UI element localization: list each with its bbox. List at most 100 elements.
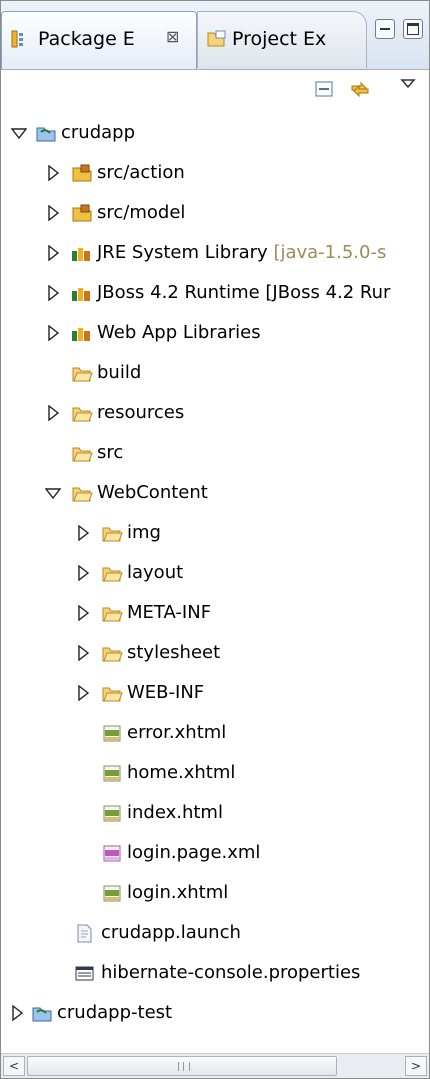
tree-item-web-app-libraries[interactable]: Web App Libraries: [1, 313, 429, 353]
tab-label: Package E: [38, 28, 135, 50]
collapsed-arrow-icon[interactable]: [45, 285, 61, 301]
tree-item-label: WEB-INF: [127, 682, 205, 703]
tab-project-explorer[interactable]: Project Ex: [197, 11, 367, 68]
launch-file-icon: [77, 924, 92, 943]
maximize-icon[interactable]: [403, 19, 423, 39]
tree-item-src-model[interactable]: src/model: [1, 193, 429, 233]
project-explorer-icon: [207, 30, 226, 47]
collapsed-arrow-icon[interactable]: [9, 1005, 25, 1021]
collapsed-arrow-icon[interactable]: [45, 405, 61, 421]
horizontal-scrollbar[interactable]: < >: [1, 1053, 429, 1078]
tree-item-layout[interactable]: layout: [1, 553, 429, 593]
tree-item-crudapp-launch[interactable]: crudapp.launch: [1, 913, 429, 953]
tree-item-label: build: [97, 362, 142, 383]
tree-item-error-xhtml[interactable]: error.xhtml: [1, 713, 429, 753]
folder-icon: [72, 447, 93, 462]
library-icon: [72, 248, 90, 261]
tree-item-label: src/model: [97, 202, 186, 223]
tree-item-crudapp[interactable]: crudapp: [1, 113, 429, 153]
tree-item-label: error.xhtml: [127, 722, 227, 743]
close-icon[interactable]: ⊠: [166, 27, 179, 46]
library-icon: [72, 328, 90, 341]
folder-icon: [102, 687, 123, 702]
java-project-icon: [36, 127, 56, 142]
collapse-all-icon[interactable]: [313, 78, 335, 100]
folder-icon: [102, 567, 123, 582]
tree-item-web-inf[interactable]: WEB-INF: [1, 673, 429, 713]
scrollbar-thumb[interactable]: [27, 1056, 337, 1076]
folder-icon: [102, 527, 123, 542]
tab-label: Project Ex: [232, 28, 327, 50]
xml-file-icon: [103, 845, 121, 862]
source-folder-icon: [72, 204, 92, 222]
view-menu-icon[interactable]: [397, 74, 419, 96]
collapsed-arrow-icon[interactable]: [75, 685, 91, 701]
tree-item-build[interactable]: build: [1, 353, 429, 393]
tree-item-label: crudapp: [61, 122, 136, 143]
folder-icon: [72, 407, 93, 422]
html-file-icon: [103, 885, 121, 902]
view-toolbar: [1, 70, 429, 108]
tree-item-hibernate-properties[interactable]: hibernate-console.properties: [1, 953, 429, 993]
tree-item-crudapp-test[interactable]: crudapp-test: [1, 993, 429, 1033]
tab-package-explorer[interactable]: Package E ⊠: [1, 11, 197, 69]
link-with-editor-icon[interactable]: [349, 78, 371, 100]
tree-item-label: resources: [97, 402, 185, 423]
scroll-left-arrow[interactable]: <: [3, 1056, 25, 1076]
tree-item-label: crudapp-test: [57, 1002, 173, 1023]
tree-item-label: hibernate-console.properties: [101, 962, 361, 983]
project-tree: crudapp src/action src/model JRE System …: [1, 113, 429, 1043]
tree-item-login-page-xml[interactable]: login.page.xml: [1, 833, 429, 873]
expanded-arrow-icon[interactable]: [11, 125, 27, 141]
tree-item-stylesheet[interactable]: stylesheet: [1, 633, 429, 673]
tree-item-src[interactable]: src: [1, 433, 429, 473]
tree-item-img[interactable]: img: [1, 513, 429, 553]
tree-item-label: src/action: [97, 162, 185, 183]
tree-item-jre-library[interactable]: JRE System Library [java-1.5.0-s: [1, 233, 429, 273]
folder-icon: [102, 647, 123, 662]
tree-item-webcontent[interactable]: WebContent: [1, 473, 429, 513]
tree-item-label: stylesheet: [127, 642, 221, 663]
tree-item-label: src: [97, 442, 124, 463]
tree-item-label: META-INF: [127, 602, 212, 623]
collapsed-arrow-icon[interactable]: [75, 605, 91, 621]
tree-item-label: home.xhtml: [127, 762, 236, 783]
properties-file-icon: [75, 966, 94, 981]
collapsed-arrow-icon[interactable]: [75, 645, 91, 661]
collapsed-arrow-icon[interactable]: [45, 165, 61, 181]
tree-item-label: JRE System Library: [97, 242, 268, 263]
package-explorer-icon: [11, 30, 23, 48]
tree-item-label: img: [127, 522, 161, 543]
tree-item-label: Web App Libraries: [97, 322, 261, 343]
folder-icon: [72, 487, 93, 502]
tree-item-home-xhtml[interactable]: home.xhtml: [1, 753, 429, 793]
collapsed-arrow-icon[interactable]: [75, 565, 91, 581]
source-folder-icon: [72, 164, 92, 182]
tree-item-meta-inf[interactable]: META-INF: [1, 593, 429, 633]
grip-icon: [178, 1062, 190, 1071]
folder-icon: [72, 367, 93, 382]
minimize-icon[interactable]: [375, 19, 395, 39]
tree-item-label: WebContent: [97, 482, 208, 503]
expanded-arrow-icon[interactable]: [45, 485, 61, 501]
html-file-icon: [103, 725, 121, 742]
html-file-icon: [103, 765, 121, 782]
collapsed-arrow-icon[interactable]: [45, 245, 61, 261]
tree-item-index-html[interactable]: index.html: [1, 793, 429, 833]
scroll-right-arrow[interactable]: >: [405, 1056, 427, 1076]
collapsed-arrow-icon[interactable]: [45, 205, 61, 221]
package-explorer-view: Package E ⊠ Project Ex crudapp src/actio…: [0, 0, 430, 1079]
tree-item-login-xhtml[interactable]: login.xhtml: [1, 873, 429, 913]
tree-item-label: crudapp.launch: [101, 922, 241, 943]
tree-item-label: layout: [127, 562, 184, 583]
collapsed-arrow-icon[interactable]: [75, 525, 91, 541]
tree-item-resources[interactable]: resources: [1, 393, 429, 433]
tree-item-label: index.html: [127, 802, 223, 823]
collapsed-arrow-icon[interactable]: [45, 325, 61, 341]
tree-item-label: login.xhtml: [127, 882, 229, 903]
tree-item-jboss-runtime[interactable]: JBoss 4.2 Runtime [JBoss 4.2 Rur: [1, 273, 429, 313]
view-tab-bar: Package E ⊠ Project Ex: [1, 1, 429, 70]
folder-icon: [102, 607, 123, 622]
tree-item-src-action[interactable]: src/action: [1, 153, 429, 193]
html-file-icon: [103, 805, 121, 822]
